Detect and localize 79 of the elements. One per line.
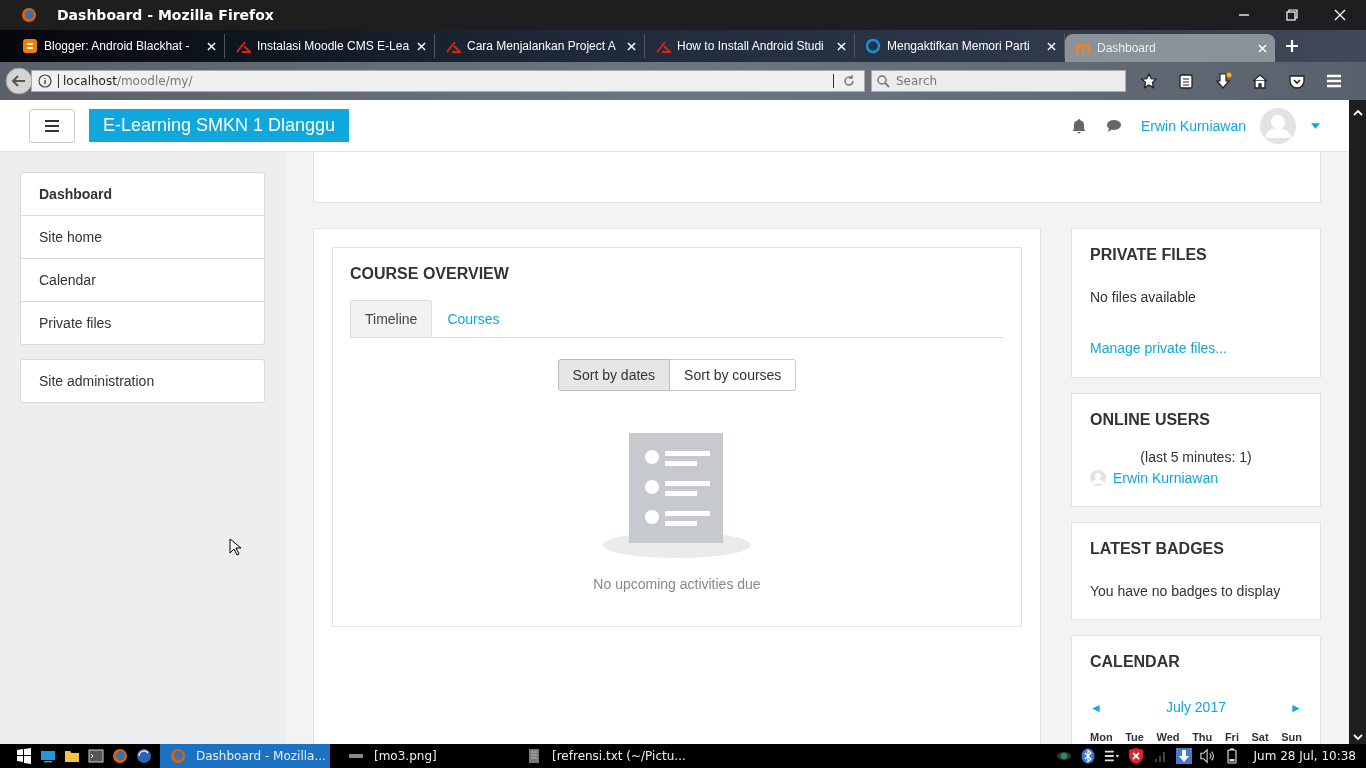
- nav-item[interactable]: Private files: [21, 301, 264, 344]
- sort-button[interactable]: Sort by dates: [557, 359, 671, 391]
- weekday-header: Sun: [1281, 731, 1302, 743]
- browser-tab[interactable]: Instalasi Moodle CMS E-Lea: [225, 34, 435, 58]
- bookmark-star-icon[interactable]: [1140, 72, 1158, 90]
- reading-list-icon[interactable]: [1177, 72, 1195, 90]
- blogger-icon: [22, 38, 38, 54]
- window-title: Dashboard - Mozilla Firefox: [57, 7, 274, 23]
- pocket-icon[interactable]: [1288, 72, 1306, 90]
- new-tab-icon[interactable]: [1285, 39, 1299, 53]
- weekday-header: Sat: [1251, 731, 1269, 743]
- user-icon: [1090, 470, 1106, 486]
- menu-button[interactable]: [29, 108, 75, 143]
- desktop-icon[interactable]: [40, 748, 56, 764]
- close-tab-icon[interactable]: [837, 41, 846, 51]
- download-icon[interactable]: [1214, 72, 1232, 90]
- volume-icon[interactable]: [1199, 748, 1216, 764]
- weekday-header: Mon: [1090, 731, 1113, 743]
- menu-icon: [45, 119, 59, 132]
- taskbar-item[interactable]: Dashboard - Mozilla...: [160, 744, 330, 768]
- weekday-header: Fri: [1224, 731, 1239, 743]
- weekday-header: Tue: [1125, 731, 1144, 743]
- close-tab-icon[interactable]: [627, 41, 636, 51]
- block-title: PRIVATE FILES: [1090, 246, 1208, 264]
- bluetooth-icon[interactable]: [1079, 748, 1096, 764]
- home-icon[interactable]: [1251, 72, 1269, 90]
- address-bar[interactable]: localhost/moodle/my/: [31, 70, 865, 92]
- menu-icon[interactable]: [1325, 72, 1343, 90]
- search-input[interactable]: Search: [894, 73, 1098, 89]
- nav-item[interactable]: Calendar: [21, 258, 264, 301]
- nav-item[interactable]: Site administration: [21, 360, 264, 402]
- block-title: LATEST BADGES: [1090, 540, 1225, 558]
- empty-message: No upcoming activities due: [593, 576, 761, 592]
- clock[interactable]: Jum 28 Jul, 10:38: [1253, 749, 1356, 763]
- folder-icon[interactable]: [64, 748, 80, 764]
- online-note: (last 5 minutes: 1): [1139, 449, 1253, 465]
- close-icon[interactable]: [1334, 9, 1346, 21]
- terminal-icon[interactable]: [88, 748, 104, 764]
- browser-tab[interactable]: Cara Menjalankan Project A: [435, 34, 645, 58]
- block-title: COURSE OVERVIEW: [350, 265, 509, 283]
- nav-item[interactable]: Site home: [21, 215, 264, 258]
- notepad-icon: [526, 748, 542, 764]
- globe-icon[interactable]: [136, 748, 152, 764]
- mouse-cursor-icon: [229, 538, 241, 556]
- block-title: ONLINE USERS: [1090, 411, 1211, 429]
- chat-icon[interactable]: [1105, 117, 1122, 134]
- caret-icon[interactable]: [1311, 122, 1320, 129]
- close-tab-icon[interactable]: [207, 41, 216, 51]
- close-tab-icon[interactable]: [417, 41, 426, 51]
- shield-icon[interactable]: [1127, 748, 1144, 764]
- firefox-icon: [21, 7, 37, 23]
- info-icon: [38, 74, 52, 88]
- start-icon[interactable]: [16, 748, 32, 764]
- browser-tab[interactable]: Blogger: Android Blackhat -: [0, 34, 225, 58]
- loading-icon: [865, 38, 881, 54]
- block-text: No files available: [1090, 289, 1197, 305]
- taskbar-item[interactable]: [refrensi.txt (~/Pictu...: [516, 744, 686, 768]
- block-title: CALENDAR: [1090, 653, 1181, 671]
- restore-icon[interactable]: [1286, 9, 1298, 21]
- tab[interactable]: Timeline: [350, 300, 433, 337]
- taskbar-item[interactable]: [mo3.png]: [338, 744, 508, 768]
- back-icon[interactable]: [5, 67, 33, 95]
- weekday-header: Thu: [1192, 731, 1213, 743]
- download-icon[interactable]: [1175, 748, 1192, 764]
- weekday-header: Wed: [1156, 731, 1180, 743]
- bell-icon[interactable]: [1070, 117, 1087, 134]
- block-text: You have no badges to display: [1090, 583, 1282, 599]
- nav-item[interactable]: Dashboard: [21, 173, 264, 215]
- list-menu-icon[interactable]: [1103, 748, 1120, 764]
- sort-button[interactable]: Sort by courses: [670, 359, 797, 391]
- scroll-up-icon[interactable]: [1352, 110, 1363, 116]
- browser-tab[interactable]: How to Install Android Studi: [645, 34, 855, 58]
- scroll-down-icon[interactable]: [1352, 734, 1363, 740]
- firefox-icon[interactable]: [112, 748, 128, 764]
- search-icon: [876, 74, 890, 88]
- close-tab-icon[interactable]: [1047, 41, 1056, 51]
- browser-tab[interactable]: Mengaktifkan Memori Parti: [855, 34, 1065, 58]
- firefox-icon: [170, 748, 186, 764]
- search-field[interactable]: Search: [871, 70, 1126, 92]
